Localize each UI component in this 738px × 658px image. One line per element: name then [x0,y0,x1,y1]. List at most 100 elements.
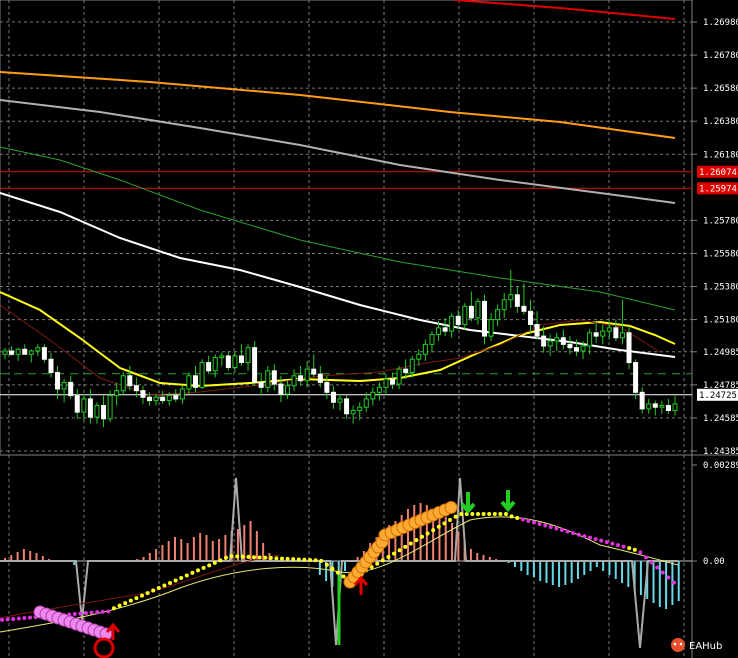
candle[interactable] [560,329,566,350]
candle[interactable] [593,322,599,343]
signal-dot [246,554,251,559]
candle[interactable] [350,405,356,424]
candle[interactable] [2,347,8,360]
candle[interactable] [120,372,126,396]
candle[interactable] [626,326,632,370]
candle[interactable] [55,365,61,399]
candle[interactable] [527,299,533,333]
arrow-down-icon [500,490,516,513]
candle[interactable] [284,380,290,399]
candle[interactable] [140,385,146,404]
candle[interactable] [521,283,527,315]
candle[interactable] [127,365,133,391]
candle[interactable] [501,293,507,318]
candle[interactable] [304,360,310,388]
candle[interactable] [646,398,652,414]
candle[interactable] [238,344,244,366]
candle[interactable] [186,372,192,394]
oscillator-tick-label: 0.002894 [703,461,738,471]
candle[interactable] [219,352,225,366]
candle[interactable] [291,369,297,391]
candle[interactable] [475,298,481,325]
candle[interactable] [15,347,21,361]
candle[interactable] [600,324,606,345]
price-tick-label: 1.25380 [703,283,738,293]
price-tick-label: 1.26780 [703,51,738,61]
candle[interactable] [449,312,455,338]
candle[interactable] [462,303,468,330]
histogram-bar [174,537,176,561]
candle[interactable] [390,372,396,390]
candle[interactable] [396,365,402,390]
candle[interactable] [199,359,205,390]
candle[interactable] [173,389,179,403]
candle[interactable] [587,329,593,355]
grid [0,0,692,455]
candle[interactable] [179,385,185,404]
candle[interactable] [429,331,435,353]
histogram-bar [602,561,605,571]
candle[interactable] [639,387,645,414]
candle[interactable] [298,365,304,386]
candle[interactable] [330,385,336,409]
signal-dot [291,557,296,562]
candle[interactable] [422,339,428,361]
candle[interactable] [22,344,28,355]
candle[interactable] [672,395,678,416]
signal-dot [268,556,273,561]
candle[interactable] [81,393,87,421]
candle[interactable] [153,393,159,406]
candle[interactable] [9,346,15,356]
candle[interactable] [225,350,231,371]
candle[interactable] [245,344,251,371]
candle[interactable] [442,317,448,337]
signal-dot [436,524,441,529]
candle[interactable] [508,269,514,308]
candle[interactable] [534,311,540,340]
candle[interactable] [514,286,520,313]
candle[interactable] [547,334,553,356]
chart-canvas[interactable]: 1.26980 1.26780 1.26580 1.26380 1.26180 1.257… [0,0,738,658]
candle[interactable] [41,344,47,363]
candle[interactable] [344,395,350,419]
candle[interactable] [665,398,671,414]
candle[interactable] [652,400,658,416]
candle[interactable] [468,291,474,322]
candle[interactable] [28,349,34,363]
candle[interactable] [252,341,258,386]
candle[interactable] [337,393,343,411]
signal-dot [453,514,458,519]
candle[interactable] [107,390,113,423]
candle[interactable] [265,365,271,393]
candle[interactable] [192,365,198,393]
candle[interactable] [206,355,212,375]
candle[interactable] [613,319,619,342]
candle[interactable] [35,344,41,356]
candle[interactable] [383,374,389,396]
candle[interactable] [74,389,80,419]
candle[interactable] [61,379,67,403]
chart-window[interactable]: { "chart_data": [ { "type": "candlestick… [0,0,738,658]
histogram-bar [476,553,479,561]
signal-dot [16,616,21,621]
candle[interactable] [495,304,501,327]
candle[interactable] [101,395,107,428]
candle[interactable] [488,312,494,342]
candle[interactable] [370,387,376,406]
candle[interactable] [87,389,93,424]
candle[interactable] [659,400,665,414]
signal-dot [123,601,128,606]
candle[interactable] [258,372,264,396]
candle[interactable] [94,402,100,424]
candle[interactable] [271,364,277,391]
candle[interactable] [160,390,166,404]
candle[interactable] [311,354,317,378]
candle[interactable] [482,294,488,345]
candle[interactable] [619,299,625,345]
candle[interactable] [633,359,639,399]
candle[interactable] [317,365,323,388]
candle[interactable] [68,375,74,399]
signal-dot [128,598,133,603]
candle[interactable] [114,382,120,406]
candle[interactable] [554,332,560,351]
